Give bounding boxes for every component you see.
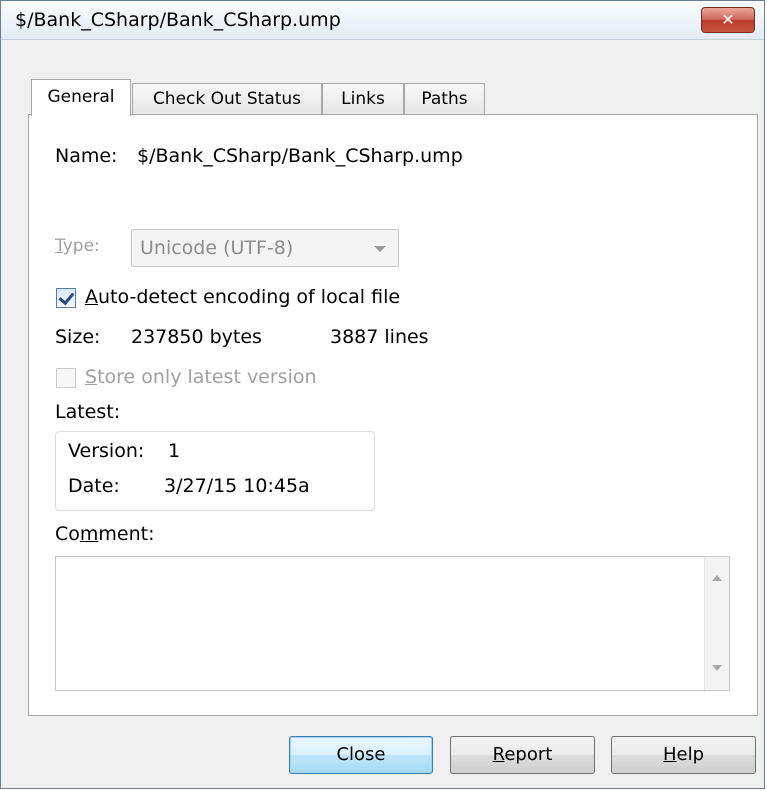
version-value: 1: [168, 440, 181, 462]
tab-links-label: Links: [341, 89, 385, 109]
tab-general-label: General: [47, 87, 115, 107]
type-select[interactable]: Unicode (UTF-8): [131, 229, 399, 267]
auto-detect-accel: A: [85, 286, 98, 308]
store-latest-label[interactable]: Store only latest version: [85, 366, 317, 388]
tab-paths-label: Paths: [421, 89, 468, 109]
date-value: 3/27/15 10:45a: [164, 475, 310, 497]
store-latest-checkbox[interactable]: [56, 368, 76, 388]
auto-detect-label-rest: uto-detect encoding of local file: [98, 286, 401, 308]
tab-check-out-status-label: Check Out Status: [152, 89, 302, 109]
report-button[interactable]: Report: [450, 736, 595, 774]
tab-check-out-status[interactable]: Check Out Status: [132, 83, 322, 115]
type-label-rest: ype:: [62, 236, 100, 256]
name-value-text: $/Bank_CSharp/Bank_CSharp.ump: [137, 145, 463, 167]
date-label: Date:: [68, 475, 120, 497]
type-select-value: Unicode (UTF-8): [140, 237, 294, 259]
version-label: Version:: [68, 440, 145, 462]
auto-detect-label[interactable]: Auto-detect encoding of local file: [85, 286, 400, 308]
close-button-label: Close: [336, 744, 386, 765]
help-button-accel: H: [662, 744, 677, 765]
chevron-down-icon: [374, 246, 386, 252]
title-bar[interactable]: $/Bank_CSharp/Bank_CSharp.ump ✕: [1, 1, 764, 40]
latest-label: Latest:: [55, 401, 121, 423]
close-button[interactable]: Close: [289, 736, 433, 774]
tab-links[interactable]: Links: [322, 83, 404, 115]
comment-label-prefix: Co: [55, 523, 80, 545]
store-latest-label-rest: tore only latest version: [97, 366, 317, 388]
comment-label: Comment:: [55, 523, 155, 545]
size-label: Size:: [55, 326, 101, 348]
report-button-accel: R: [492, 744, 505, 765]
auto-detect-checkbox[interactable]: [56, 288, 76, 308]
latest-groupbox: Version: 1 Date: 3/27/15 10:45a: [55, 431, 375, 511]
comment-label-accel: m: [79, 523, 99, 545]
name-label: Name:: [55, 145, 118, 167]
name-value: $/Bank_CSharp/Bank_CSharp.ump: [137, 145, 463, 167]
comment-label-rest: ment:: [98, 523, 155, 545]
help-button[interactable]: Help: [611, 736, 756, 774]
report-button-label-rest: eport: [504, 744, 553, 765]
close-icon: ✕: [721, 10, 735, 29]
type-label: Type:: [55, 236, 100, 256]
store-latest-accel: S: [85, 366, 98, 388]
scroll-up-icon[interactable]: [712, 575, 722, 581]
comment-scrollbar[interactable]: [704, 557, 729, 690]
size-bytes: 237850 bytes: [131, 326, 262, 348]
size-lines: 3887 lines: [330, 326, 429, 348]
properties-dialog: $/Bank_CSharp/Bank_CSharp.ump ✕ General …: [0, 0, 765, 789]
window-close-button[interactable]: ✕: [701, 7, 755, 33]
help-button-label-rest: elp: [676, 744, 705, 765]
comment-textarea[interactable]: [55, 556, 730, 691]
tab-general[interactable]: General: [31, 79, 131, 116]
name-row: Name:: [55, 145, 117, 167]
type-label-accel: T: [55, 236, 63, 256]
tab-paths[interactable]: Paths: [404, 83, 485, 115]
scroll-down-icon[interactable]: [712, 665, 722, 671]
window-title: $/Bank_CSharp/Bank_CSharp.ump: [15, 9, 341, 31]
